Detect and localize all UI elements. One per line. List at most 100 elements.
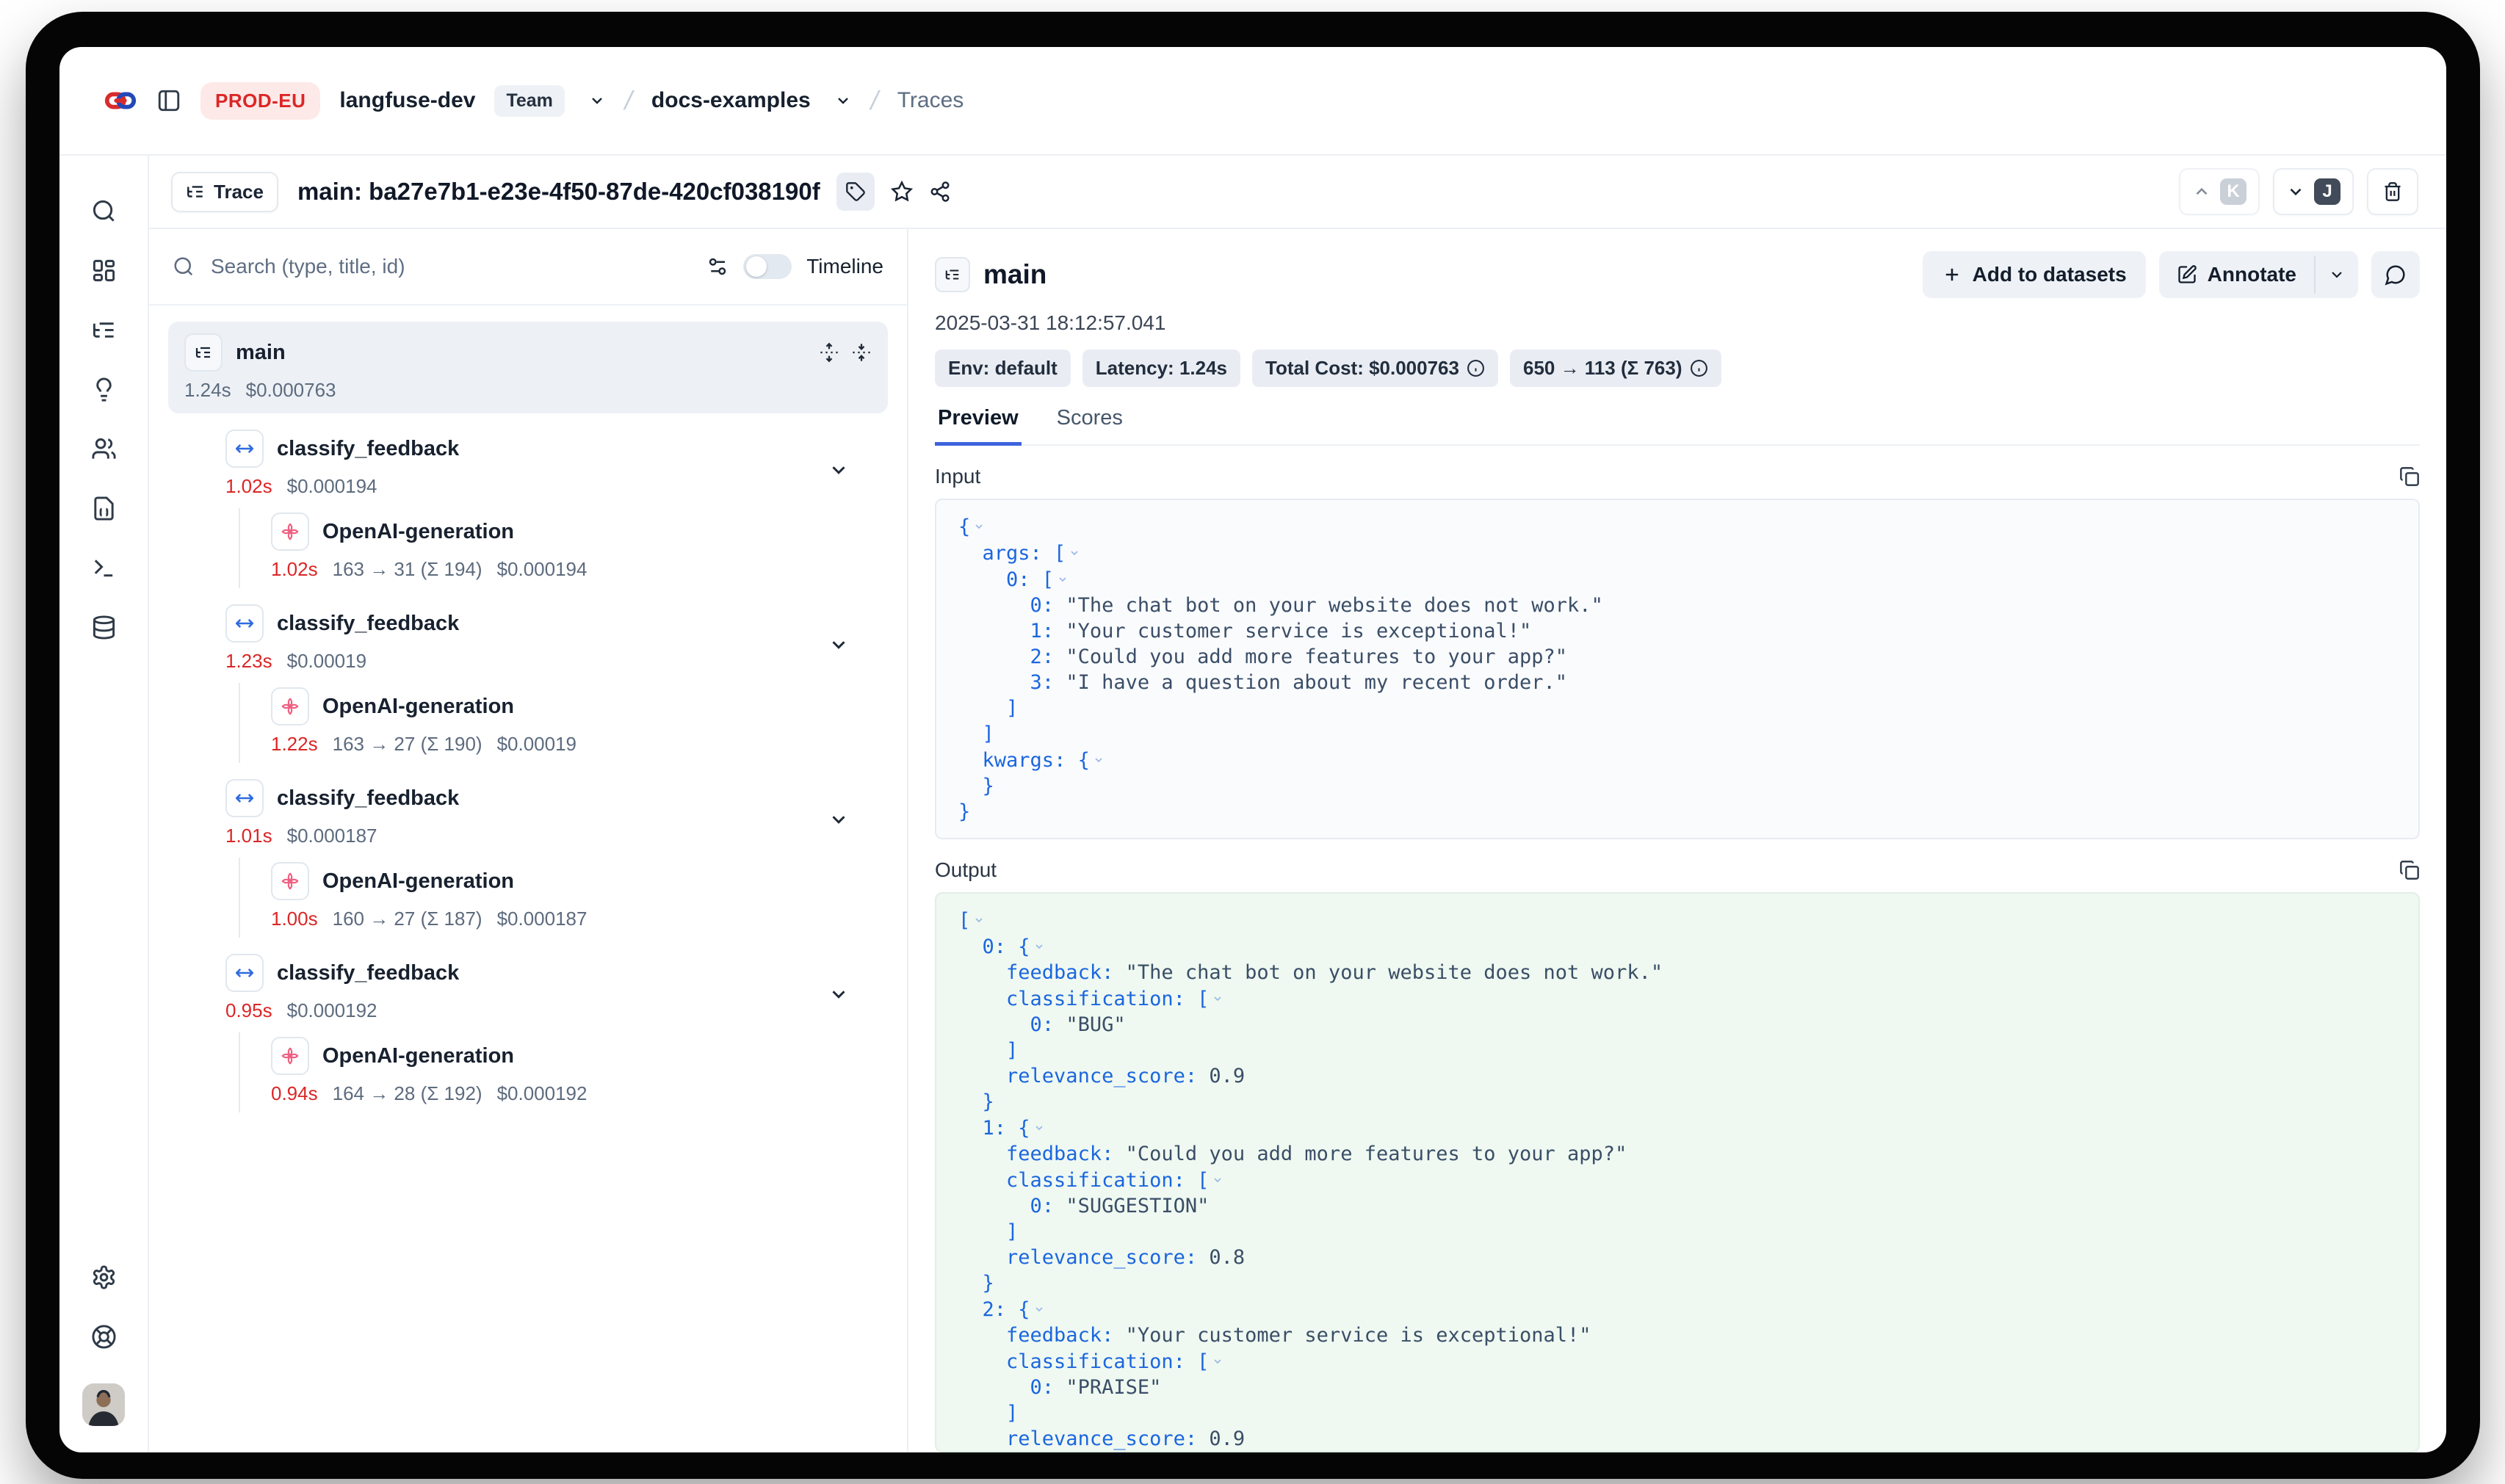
prev-trace-button[interactable]: K: [2179, 168, 2260, 215]
json-line: ]: [958, 1400, 2396, 1426]
json-collapse-chevron-icon[interactable]: [1212, 985, 1223, 1011]
span-type-icon: [225, 779, 264, 817]
input-section-label: Input: [935, 465, 980, 488]
collapse-span-chevron-icon[interactable]: [828, 634, 850, 656]
delete-trace-button[interactable]: [2367, 168, 2418, 215]
root-span-cost: $0.000763: [246, 379, 336, 402]
generation-tokens: 163 → 31 (Σ 194): [333, 558, 482, 581]
trash-icon: [2382, 181, 2403, 202]
metric-badge: Latency: 1.24s: [1082, 350, 1240, 387]
dashboard-nav-icon[interactable]: [91, 258, 117, 283]
settings-gear-icon[interactable]: [91, 1264, 117, 1290]
collapse-all-icon[interactable]: [851, 342, 872, 363]
json-collapse-chevron-icon[interactable]: [1033, 1115, 1045, 1140]
tree-span-group: classify_feedback1.02s$0.000194 OpenAI-ge…: [168, 430, 888, 588]
json-line: classification: [: [958, 1167, 2396, 1193]
json-collapse-chevron-icon[interactable]: [1033, 1296, 1045, 1322]
collapse-span-chevron-icon[interactable]: [828, 983, 850, 1005]
users-nav-icon[interactable]: [91, 436, 117, 462]
tree-span-generation[interactable]: OpenAI-generation0.94s164 → 28 (Σ 192)$0…: [271, 1037, 888, 1105]
search-nav-icon[interactable]: [91, 198, 117, 224]
json-line: ]: [958, 721, 2396, 747]
span-arrows-icon: [235, 614, 254, 633]
view-settings-icon[interactable]: [706, 256, 729, 278]
project-name[interactable]: docs-examples: [651, 88, 811, 113]
json-line: ]: [958, 1038, 2396, 1063]
generation-type-icon: [271, 862, 309, 900]
next-trace-button[interactable]: J: [2273, 168, 2354, 215]
search-input[interactable]: [209, 254, 692, 279]
tree-span-classify-feedback[interactable]: classify_feedback1.02s$0.000194: [168, 430, 888, 498]
search-icon: [173, 256, 195, 278]
playground-terminal-nav-icon[interactable]: [91, 555, 117, 581]
sidebar-toggle-icon[interactable]: [156, 88, 181, 113]
project-switcher-chevron-icon[interactable]: [834, 92, 852, 109]
tree-span-generation[interactable]: OpenAI-generation1.22s163 → 27 (Σ 190)$0…: [271, 687, 888, 756]
tree-span-classify-feedback[interactable]: classify_feedback1.01s$0.000187: [168, 779, 888, 847]
breadcrumb: PROD-EU langfuse-dev Team / docs-example…: [59, 47, 2446, 156]
tree-span-classify-feedback[interactable]: classify_feedback1.23s$0.00019: [168, 604, 888, 673]
copy-output-icon[interactable]: [2399, 860, 2420, 880]
annotate-menu-chevron-icon[interactable]: [2316, 251, 2358, 298]
metric-badge: 650 → 113 (Σ 763): [1510, 350, 1721, 387]
pencil-square-icon: [2177, 264, 2197, 285]
json-collapse-chevron-icon[interactable]: [1033, 933, 1045, 959]
user-avatar[interactable]: [82, 1383, 125, 1426]
json-collapse-chevron-icon[interactable]: [1212, 1348, 1223, 1374]
tree-span-generation[interactable]: OpenAI-generation1.00s160 → 27 (Σ 187)$0…: [271, 862, 888, 930]
support-lifebuoy-icon[interactable]: [91, 1324, 117, 1350]
json-line: ]: [958, 1219, 2396, 1245]
span-name: classify_feedback: [277, 437, 459, 461]
json-collapse-chevron-icon[interactable]: [1057, 566, 1069, 592]
tab-preview[interactable]: Preview: [935, 406, 1022, 446]
org-name[interactable]: langfuse-dev: [339, 88, 475, 113]
span-children: OpenAI-generation1.22s163 → 27 (Σ 190)$0…: [239, 683, 888, 763]
datasets-database-nav-icon[interactable]: [91, 615, 117, 640]
timeline-toggle[interactable]: [743, 254, 792, 279]
collapse-span-chevron-icon[interactable]: [828, 459, 850, 481]
prompts-file-nav-icon[interactable]: [91, 496, 117, 521]
span-cost: $0.00019: [287, 650, 366, 673]
timeline-toggle-label: Timeline: [806, 255, 883, 278]
expand-all-icon[interactable]: [819, 342, 839, 363]
info-icon: [1467, 359, 1485, 377]
langfuse-eu-logo-icon: [104, 87, 137, 115]
json-collapse-chevron-icon[interactable]: [973, 907, 985, 933]
json-collapse-chevron-icon[interactable]: [1069, 540, 1080, 565]
json-line: 2: {: [958, 1296, 2396, 1322]
tree-span-group: classify_feedback1.01s$0.000187 OpenAI-ge…: [168, 779, 888, 938]
collapse-span-chevron-icon[interactable]: [828, 808, 850, 830]
generation-cost: $0.00019: [497, 733, 576, 756]
metric-badge: Env: default: [935, 350, 1071, 387]
org-switcher-chevron-icon[interactable]: [588, 92, 606, 109]
json-collapse-chevron-icon[interactable]: [1212, 1167, 1223, 1192]
json-line: relevance_score: 0.8: [958, 1245, 2396, 1270]
annotate-button[interactable]: Annotate: [2159, 251, 2314, 298]
trace-tree: main 1.24s $0.000763 class: [149, 305, 907, 1452]
json-collapse-chevron-icon[interactable]: [1093, 747, 1105, 772]
tag-icon[interactable]: [836, 173, 875, 211]
json-line: 0: "SUGGESTION": [958, 1193, 2396, 1219]
add-to-datasets-button[interactable]: Add to datasets: [1923, 251, 2146, 298]
copy-input-icon[interactable]: [2399, 466, 2420, 487]
bookmark-star-icon[interactable]: [891, 181, 913, 203]
page: { "breadcrumb": { "env_badge": "PROD-EU"…: [0, 0, 2505, 1484]
generation-type-icon: [271, 513, 309, 551]
output-section-label: Output: [935, 858, 997, 882]
traces-nav-icon[interactable]: [91, 317, 117, 343]
json-collapse-chevron-icon[interactable]: [973, 513, 985, 539]
tree-span-classify-feedback[interactable]: classify_feedback0.95s$0.000192: [168, 954, 888, 1022]
tree-span-list: classify_feedback1.02s$0.000194 OpenAI-ge…: [168, 430, 888, 1112]
comments-button[interactable]: [2371, 251, 2420, 298]
tree-span-generation[interactable]: OpenAI-generation1.02s163 → 31 (Σ 194)$0…: [271, 513, 888, 581]
tab-scores[interactable]: Scores: [1054, 406, 1126, 444]
json-line: 0: [: [958, 566, 2396, 593]
json-line: relevance_score: 0.9: [958, 1426, 2396, 1452]
evals-lightbulb-nav-icon[interactable]: [91, 377, 117, 402]
tree-root-span-main[interactable]: main 1.24s $0.000763: [168, 322, 888, 413]
share-icon[interactable]: [929, 181, 951, 203]
shortcut-key-j: J: [2314, 178, 2340, 205]
generation-latency: 0.94s: [271, 1082, 318, 1105]
breadcrumb-page-traces[interactable]: Traces: [897, 88, 964, 113]
annotate-split-button[interactable]: Annotate: [2159, 251, 2358, 298]
